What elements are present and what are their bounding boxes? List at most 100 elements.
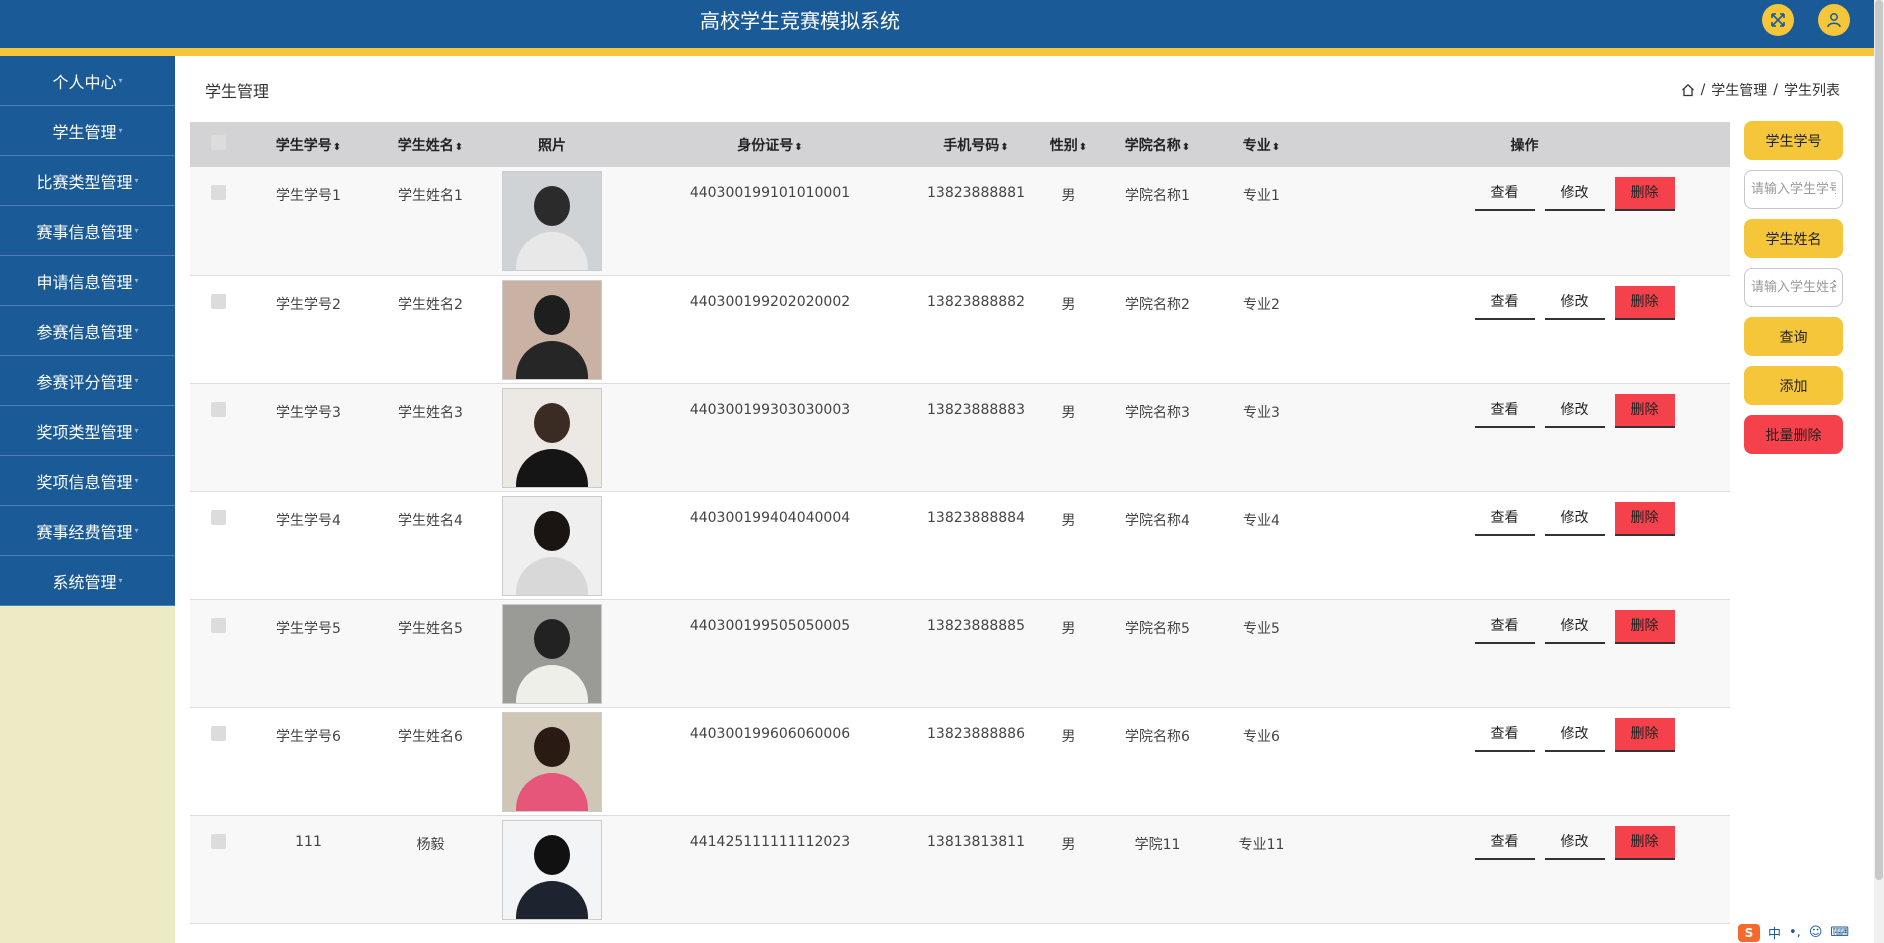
scrollbar-thumb[interactable] — [1875, 0, 1883, 880]
row-checkbox[interactable] — [210, 185, 226, 200]
cell-photo — [490, 275, 614, 384]
user-button[interactable] — [1818, 4, 1850, 36]
cell-gender: 男 — [1026, 815, 1111, 924]
delete-button[interactable]: 删除 — [1614, 393, 1675, 428]
sidebar-item-system[interactable]: 系统管理 ▾ — [0, 556, 175, 606]
sidebar-item-entry-info[interactable]: 参赛信息管理 ▾ — [0, 306, 175, 356]
breadcrumb-item[interactable]: 学生管理 — [1711, 80, 1767, 100]
ime-mode[interactable]: 中 — [1768, 923, 1781, 942]
cell-major: 专业5 — [1204, 599, 1319, 708]
cell-college: 学院名称2 — [1111, 275, 1204, 384]
row-checkbox[interactable] — [210, 833, 226, 849]
delete-button[interactable]: 删除 — [1614, 717, 1675, 752]
view-button[interactable]: 查看 — [1474, 394, 1535, 428]
sidebar-item-event-funding[interactable]: 赛事经费管理 ▾ — [0, 506, 175, 556]
sidebar-item-application-info[interactable]: 申请信息管理 ▾ — [0, 256, 175, 306]
edit-button[interactable]: 修改 — [1544, 718, 1605, 752]
chevron-down-icon: ▾ — [134, 426, 139, 435]
batch-delete-button[interactable]: 批量删除 — [1744, 415, 1843, 454]
delete-button[interactable]: 删除 — [1614, 609, 1675, 644]
sort-icon[interactable]: ⬍ — [1079, 142, 1087, 153]
student-no-input[interactable] — [1744, 170, 1843, 209]
main-content: 学生管理 / 学生管理 / 学生列表 学生学号⬍ 学生姓名⬍ 照片 身份证号⬍ … — [175, 56, 1874, 943]
student-photo[interactable] — [502, 495, 602, 596]
cell-id-card: 440300199303030003 — [614, 383, 926, 492]
view-button[interactable]: 查看 — [1474, 826, 1535, 860]
student-photo[interactable] — [502, 711, 602, 812]
cell-student-name: 学生姓名6 — [371, 707, 490, 816]
photo-head-shape — [534, 294, 570, 335]
view-button[interactable]: 查看 — [1474, 610, 1535, 644]
cell-student-no: 学生学号5 — [246, 599, 371, 708]
edit-button[interactable]: 修改 — [1544, 286, 1605, 320]
column-header-gender[interactable]: 性别⬍ — [1026, 122, 1111, 167]
column-header-student-no[interactable]: 学生学号⬍ — [246, 122, 371, 167]
view-button[interactable]: 查看 — [1474, 718, 1535, 752]
cell-photo — [490, 383, 614, 492]
photo-body-shape — [516, 772, 588, 811]
edit-button[interactable]: 修改 — [1544, 177, 1605, 211]
sidebar-item-award-info[interactable]: 奖项信息管理 ▾ — [0, 456, 175, 506]
row-checkbox[interactable] — [210, 401, 226, 417]
vertical-scrollbar[interactable] — [1874, 0, 1884, 943]
punctuation-icon[interactable]: •, — [1789, 925, 1801, 940]
student-photo[interactable] — [502, 819, 602, 920]
edit-button[interactable]: 修改 — [1544, 826, 1605, 860]
sort-icon[interactable]: ⬍ — [455, 142, 463, 153]
sidebar-item-competition-type[interactable]: 比赛类型管理 ▾ — [0, 156, 175, 206]
ime-toolbar: S 中 •, ☺ ⌨ — [1738, 922, 1884, 943]
photo-body-shape — [516, 232, 588, 270]
student-photo[interactable] — [502, 171, 602, 271]
sort-icon[interactable]: ⬍ — [333, 142, 341, 153]
sidebar-item-award-type[interactable]: 奖项类型管理 ▾ — [0, 406, 175, 456]
home-icon[interactable] — [1681, 83, 1695, 97]
sort-icon[interactable]: ⬍ — [1272, 142, 1280, 153]
sort-icon[interactable]: ⬍ — [794, 142, 802, 153]
sort-icon[interactable]: ⬍ — [1182, 142, 1190, 153]
delete-button[interactable]: 删除 — [1614, 285, 1675, 320]
view-button[interactable]: 查看 — [1474, 177, 1535, 211]
delete-button[interactable]: 删除 — [1614, 501, 1675, 536]
cell-gender: 男 — [1026, 275, 1111, 384]
row-checkbox[interactable] — [210, 509, 226, 525]
edit-button[interactable]: 修改 — [1544, 502, 1605, 536]
fullscreen-button[interactable] — [1762, 4, 1794, 36]
column-header-college[interactable]: 学院名称⬍ — [1111, 122, 1204, 167]
delete-button[interactable]: 删除 — [1614, 177, 1675, 211]
view-button[interactable]: 查看 — [1474, 286, 1535, 320]
keyboard-icon[interactable]: ⌨ — [1830, 925, 1849, 940]
cell-student-no: 学生学号3 — [246, 383, 371, 492]
student-name-input[interactable] — [1744, 268, 1843, 307]
edit-button[interactable]: 修改 — [1544, 394, 1605, 428]
sidebar-item-entry-scoring[interactable]: 参赛评分管理 ▾ — [0, 356, 175, 406]
row-checkbox[interactable] — [210, 725, 226, 741]
sidebar-item-event-info[interactable]: 赛事信息管理 ▾ — [0, 206, 175, 256]
column-header-id-card[interactable]: 身份证号⬍ — [614, 122, 926, 167]
delete-button[interactable]: 删除 — [1614, 825, 1675, 860]
sogou-logo-icon[interactable]: S — [1738, 923, 1760, 942]
column-header-major[interactable]: 专业⬍ — [1204, 122, 1319, 167]
emoji-icon[interactable]: ☺ — [1809, 925, 1823, 940]
sidebar-item-personal-center[interactable]: 个人中心 ▾ — [0, 56, 175, 106]
row-checkbox[interactable] — [210, 617, 226, 633]
chevron-down-icon: ▾ — [134, 326, 139, 335]
add-button[interactable]: 添加 — [1744, 366, 1843, 405]
select-all-checkbox[interactable] — [210, 135, 226, 150]
edit-button[interactable]: 修改 — [1544, 610, 1605, 644]
cell-student-no: 学生学号6 — [246, 707, 371, 816]
cell-college: 学院名称5 — [1111, 599, 1204, 708]
row-checkbox[interactable] — [210, 293, 226, 309]
view-button[interactable]: 查看 — [1474, 502, 1535, 536]
chevron-down-icon: ▾ — [118, 126, 123, 135]
breadcrumb: / 学生管理 / 学生列表 — [1681, 80, 1840, 100]
student-photo[interactable] — [502, 603, 602, 704]
cell-id-card: 440300199505050005 — [614, 599, 926, 708]
column-header-student-name[interactable]: 学生姓名⬍ — [371, 122, 490, 167]
column-header-phone[interactable]: 手机号码⬍ — [926, 122, 1026, 167]
sidebar-item-student-management[interactable]: 学生管理 ▾ — [0, 106, 175, 156]
student-photo[interactable] — [502, 279, 602, 380]
cell-ops: 查看 修改 删除 — [1319, 491, 1730, 600]
query-button[interactable]: 查询 — [1744, 317, 1843, 356]
sort-icon[interactable]: ⬍ — [1000, 142, 1008, 153]
student-photo[interactable] — [502, 387, 602, 488]
